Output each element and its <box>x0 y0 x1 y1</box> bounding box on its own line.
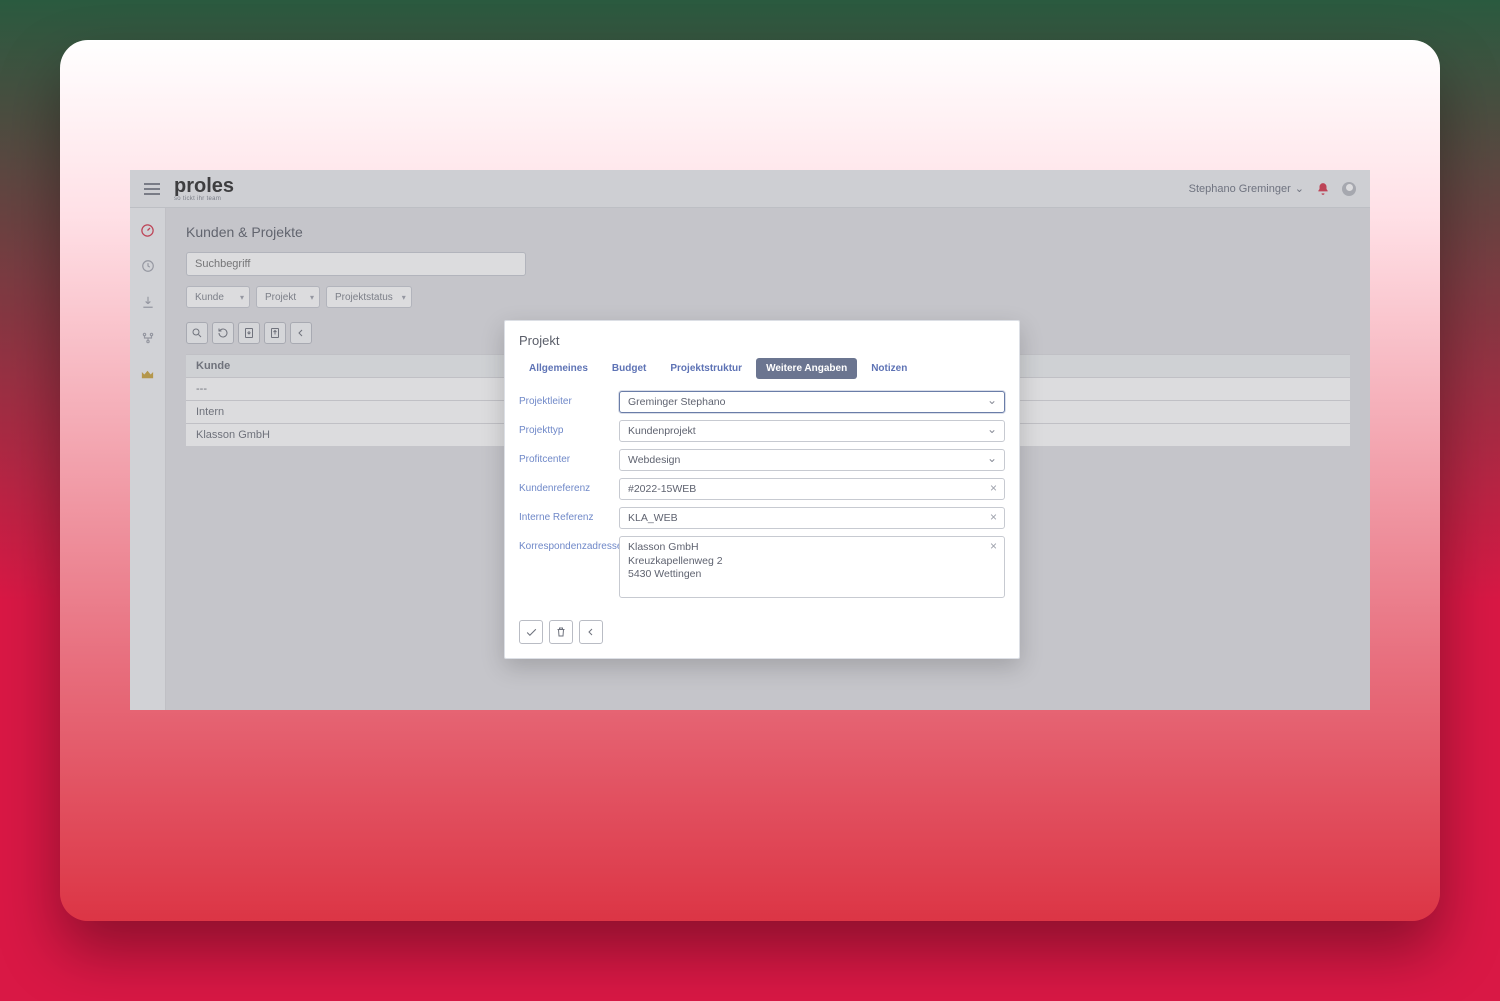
filter-kunde[interactable]: Kunde <box>186 286 250 308</box>
app-window: proles so tickt ihr team Stephano Gremin… <box>130 170 1370 710</box>
delete-button[interactable] <box>549 620 573 644</box>
sidebar-download-icon[interactable] <box>140 294 156 310</box>
sidebar-dashboard-icon[interactable] <box>140 222 156 238</box>
back-button[interactable] <box>579 620 603 644</box>
sidebar-crown-icon[interactable] <box>140 366 156 382</box>
projekt-modal: Projekt Allgemeines Budget Projektstrukt… <box>504 320 1020 659</box>
export-2-button[interactable] <box>264 322 286 344</box>
tab-projektstruktur[interactable]: Projektstruktur <box>660 358 752 379</box>
input-interneref[interactable] <box>619 507 1005 529</box>
tab-weitere-angaben[interactable]: Weitere Angaben <box>756 358 857 379</box>
tab-allgemeines[interactable]: Allgemeines <box>519 358 598 379</box>
reset-button[interactable] <box>212 322 234 344</box>
bell-icon[interactable] <box>1316 182 1330 196</box>
sidebar-nodes-icon[interactable] <box>140 330 156 346</box>
chevron-down-icon: ⌄ <box>1295 182 1304 195</box>
label-interneref: Interne Referenz <box>519 507 619 523</box>
sidebar <box>130 208 166 710</box>
filter-status[interactable]: Projektstatus <box>326 286 412 308</box>
filter-projekt[interactable]: Projekt <box>256 286 320 308</box>
label-projektleiter: Projektleiter <box>519 391 619 407</box>
user-menu[interactable]: Stephano Greminger ⌄ <box>1189 182 1304 195</box>
tab-budget[interactable]: Budget <box>602 358 656 379</box>
modal-tabs: Allgemeines Budget Projektstruktur Weite… <box>519 358 1005 379</box>
select-projektleiter[interactable]: Greminger Stephano <box>619 391 1005 413</box>
menu-icon[interactable] <box>144 183 160 195</box>
select-projekttyp[interactable]: Kundenprojekt <box>619 420 1005 442</box>
back-button[interactable] <box>290 322 312 344</box>
input-kundenreferenz[interactable] <box>619 478 1005 500</box>
topbar: proles so tickt ihr team Stephano Gremin… <box>130 170 1370 208</box>
label-adresse: Korrespondenzadresse <box>519 536 619 552</box>
label-kundenreferenz: Kundenreferenz <box>519 478 619 494</box>
modal-title: Projekt <box>519 333 1005 348</box>
sidebar-clock-icon[interactable] <box>140 258 156 274</box>
select-profitcenter[interactable]: Webdesign <box>619 449 1005 471</box>
page-title: Kunden & Projekte <box>186 224 1350 240</box>
search-input[interactable] <box>186 252 526 276</box>
save-button[interactable] <box>519 620 543 644</box>
label-projekttyp: Projekttyp <box>519 420 619 436</box>
avatar-icon[interactable] <box>1342 182 1356 196</box>
textarea-adresse[interactable]: Klasson GmbH Kreuzkapellenweg 2 5430 Wet… <box>619 536 1005 598</box>
label-profitcenter: Profitcenter <box>519 449 619 465</box>
search-button[interactable] <box>186 322 208 344</box>
export-1-button[interactable] <box>238 322 260 344</box>
tab-notizen[interactable]: Notizen <box>861 358 917 379</box>
logo: proles so tickt ihr team <box>174 176 234 202</box>
